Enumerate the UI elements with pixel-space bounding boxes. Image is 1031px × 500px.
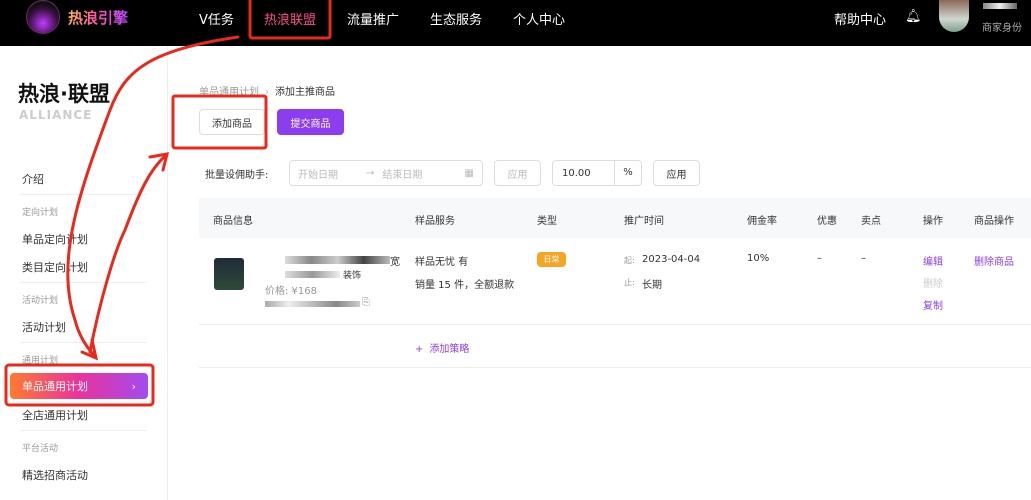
promo-end: 长期 <box>642 280 662 291</box>
copy-icon[interactable]: ⎘ <box>362 297 370 308</box>
breadcrumb-parent[interactable]: 单品通用计划 <box>199 87 259 98</box>
breadcrumb: 单品通用计划 › 添加主推商品 <box>199 83 335 98</box>
divider <box>20 194 147 195</box>
copy-link[interactable]: 复制 <box>923 297 943 312</box>
divider <box>20 282 147 283</box>
sidebar-item-category-directed[interactable]: 类目定向计划 <box>22 259 88 275</box>
divider <box>20 342 147 343</box>
sample-service: 样品无忧 有 <box>415 257 469 268</box>
type-badge: 日常 <box>537 252 566 267</box>
role-label: 商家身份 <box>982 23 1022 34</box>
sidebar-item-single-general[interactable]: 单品通用计划 › <box>10 373 148 399</box>
nav-personal[interactable]: 个人中心 <box>513 9 565 28</box>
col-header: 佣金率 <box>747 216 777 227</box>
sample-service-detail: 销量 15 件，全额退款 <box>415 280 515 291</box>
col-header: 商品信息 <box>213 216 253 227</box>
chevron-right-icon: › <box>265 87 269 98</box>
apply-date-button[interactable]: 应用 <box>494 160 541 186</box>
sidebar-group-title: 定向计划 <box>22 208 59 218</box>
breadcrumb-current: 添加主推商品 <box>275 87 335 98</box>
sidebar-group-title: 平台活动 <box>22 444 59 454</box>
sidebar-brand: 热浪·联盟 <box>18 82 110 106</box>
divider <box>199 367 1031 368</box>
calendar-icon: ▦ <box>464 167 474 179</box>
delete-product-link[interactable]: 删除商品 <box>974 253 1014 268</box>
end-label: 止: <box>624 278 635 287</box>
help-center-link[interactable]: 帮助中心 <box>834 9 886 28</box>
date-range-input[interactable]: 开始日期 → 结束日期 ▦ <box>289 160 483 186</box>
top-nav: 热浪引擎 V任务 热浪联盟 流量推广 生态服务 个人中心 帮助中心 🔔︎ 商家身… <box>0 0 1031 46</box>
sidebar-group-title: 活动计划 <box>22 296 59 306</box>
selling-point: – <box>861 253 866 264</box>
sidebar: 热浪·联盟 ALLIANCE 介绍 定向计划 单品定向计划 类目定向计划 活动计… <box>0 46 168 500</box>
divider <box>199 324 1031 325</box>
bell-icon[interactable]: 🔔︎ <box>905 9 922 24</box>
col-header: 优惠 <box>817 216 837 227</box>
col-header: 商品操作 <box>974 216 1014 227</box>
sidebar-brand-sub: ALLIANCE <box>19 108 93 122</box>
sidebar-item-single-directed[interactable]: 单品定向计划 <box>22 231 88 247</box>
username-blurred <box>983 3 1017 9</box>
divider <box>20 430 147 431</box>
sidebar-item-activity[interactable]: 活动计划 <box>22 319 66 335</box>
product-id-blurred <box>265 301 360 307</box>
sidebar-item-intro[interactable]: 介绍 <box>22 171 44 187</box>
batch-label: 批量设佣助手: <box>205 170 269 181</box>
sidebar-item-store-general[interactable]: 全店通用计划 <box>22 407 88 423</box>
commission-rate: 10% <box>747 253 770 264</box>
col-header: 操作 <box>923 216 943 227</box>
apply-rate-button[interactable]: 应用 <box>653 160 700 186</box>
delete-link[interactable]: 删除 <box>923 275 943 290</box>
col-header: 卖点 <box>861 216 881 227</box>
nav-v-task[interactable]: V任务 <box>199 9 234 28</box>
sidebar-item-featured[interactable]: 精选招商活动 <box>22 467 88 483</box>
discount: – <box>817 253 822 264</box>
product-title-blurred <box>285 256 390 264</box>
chevron-right-icon: › <box>131 379 136 393</box>
product-title-tail: 装饰 <box>343 271 362 281</box>
product-title-char: 宽 <box>390 257 400 268</box>
nav-alliance[interactable]: 热浪联盟 <box>264 9 316 28</box>
avatar[interactable] <box>939 0 969 32</box>
add-strategy-button[interactable]: + 添加策略 <box>415 340 469 355</box>
col-header: 样品服务 <box>415 216 455 227</box>
plus-icon: + <box>415 344 424 355</box>
logo-orb-icon <box>26 0 60 34</box>
col-header: 类型 <box>537 216 557 227</box>
product-thumbnail[interactable] <box>214 258 244 290</box>
rate-input[interactable]: 10.00% <box>552 160 642 186</box>
product-title-blurred <box>285 271 340 278</box>
add-product-button[interactable]: 添加商品 <box>199 109 265 135</box>
promo-start: 2023-04-04 <box>642 254 701 265</box>
nav-traffic[interactable]: 流量推广 <box>347 9 399 28</box>
arrow-right-icon: → <box>366 167 375 179</box>
submit-product-button[interactable]: 提交商品 <box>277 109 344 135</box>
logo[interactable]: 热浪引擎 <box>26 0 128 34</box>
start-label: 起: <box>624 256 635 265</box>
product-price: 价格: ¥168 <box>265 286 317 297</box>
edit-link[interactable]: 编辑 <box>923 253 943 268</box>
col-header: 推广时间 <box>624 216 664 227</box>
nav-ecosystem[interactable]: 生态服务 <box>430 9 482 28</box>
sidebar-group-title: 通用计划 <box>22 356 59 366</box>
table-header <box>199 198 1031 238</box>
